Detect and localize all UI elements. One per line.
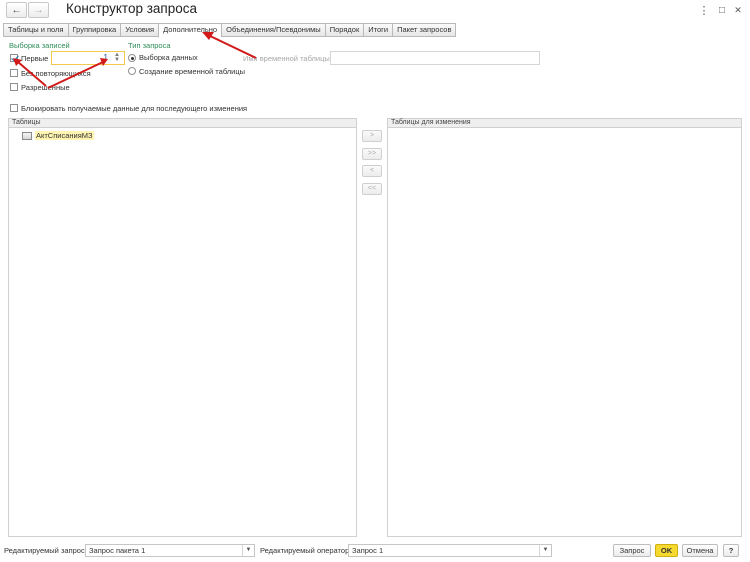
move-right-button[interactable]: > (362, 130, 382, 142)
tables-for-change-header: Таблицы для изменения (387, 118, 742, 128)
tables-panel[interactable] (8, 128, 357, 537)
record-selection-heading: Выборка записей (9, 41, 70, 50)
tab-order[interactable]: Порядок (324, 23, 364, 37)
temp-table-name-label: Имя временной таблицы: (243, 54, 332, 63)
forward-button[interactable]: → (28, 2, 49, 18)
lock-data-checkbox[interactable] (10, 104, 18, 112)
allowed-label: Разрешенные (21, 83, 70, 92)
create-temp-table-label: Создание временной таблицы (139, 67, 246, 76)
select-data-radio[interactable] (128, 54, 136, 62)
distinct-checkbox[interactable] (10, 69, 18, 77)
window-title: Конструктор запроса (66, 1, 198, 16)
tab-unions-aliases[interactable]: Объединения/Псевдонимы (221, 23, 325, 37)
chevron-down-icon[interactable]: ▼ (539, 545, 551, 556)
first-count-input[interactable]: 1 ▲ ▼ (51, 51, 125, 65)
tables-panel-header: Таблицы (8, 118, 357, 128)
edited-operator-value: Запрос 1 (352, 546, 384, 555)
more-menu-icon[interactable]: ⋮ (698, 3, 710, 17)
query-type-heading: Тип запроса (128, 41, 171, 50)
arrow-left-icon: ← (11, 4, 22, 16)
ok-button[interactable]: OK (655, 544, 678, 557)
move-all-left-button[interactable]: << (362, 183, 382, 195)
cancel-button[interactable]: Отмена (682, 544, 718, 557)
table-list-item[interactable]: АктСписанияМЗ (22, 131, 94, 140)
lock-data-label: Блокировать получаемые данные для послед… (21, 104, 248, 113)
chevron-down-icon[interactable]: ▼ (242, 545, 254, 556)
move-all-right-button[interactable]: >> (362, 148, 382, 160)
move-left-button[interactable]: < (362, 165, 382, 177)
tab-conditions[interactable]: Условия (120, 23, 159, 37)
tables-for-change-panel[interactable] (387, 128, 742, 537)
tab-grouping[interactable]: Группировка (67, 23, 121, 37)
first-count-value: 1 (103, 53, 108, 62)
close-icon[interactable]: ✕ (732, 3, 744, 17)
tab-tables-fields[interactable]: Таблицы и поля (3, 23, 68, 37)
arrow-right-icon: → (33, 4, 44, 16)
table-icon (22, 131, 32, 140)
tab-query-batch[interactable]: Пакет запросов (392, 23, 457, 37)
first-checkbox[interactable] (10, 54, 18, 62)
tab-bar: Таблицы и поля Группировка Условия Допол… (3, 23, 457, 38)
select-data-label: Выборка данных (139, 53, 198, 62)
temp-table-name-input[interactable] (330, 51, 540, 65)
distinct-label: Без повторяющихся (21, 69, 91, 78)
spinner-icon[interactable]: ▲ ▼ (112, 52, 122, 63)
first-label: Первые (21, 54, 49, 63)
help-button[interactable]: ? (723, 544, 739, 557)
allowed-checkbox[interactable] (10, 83, 18, 91)
edited-query-value: Запрос пакета 1 (89, 546, 146, 555)
create-temp-table-radio[interactable] (128, 67, 136, 75)
edited-query-label: Редактируемый запрос: (4, 546, 87, 555)
tab-advanced[interactable]: Дополнительно (158, 23, 222, 38)
maximize-icon[interactable]: □ (716, 3, 728, 17)
query-button[interactable]: Запрос (613, 544, 651, 557)
tab-totals[interactable]: Итоги (363, 23, 393, 37)
edited-query-select[interactable]: Запрос пакета 1 ▼ (85, 544, 255, 557)
back-button[interactable]: ← (6, 2, 27, 18)
table-item-label: АктСписанияМЗ (35, 131, 94, 140)
edited-operator-select[interactable]: Запрос 1 ▼ (348, 544, 552, 557)
edited-operator-label: Редактируемый оператор: (260, 546, 352, 555)
